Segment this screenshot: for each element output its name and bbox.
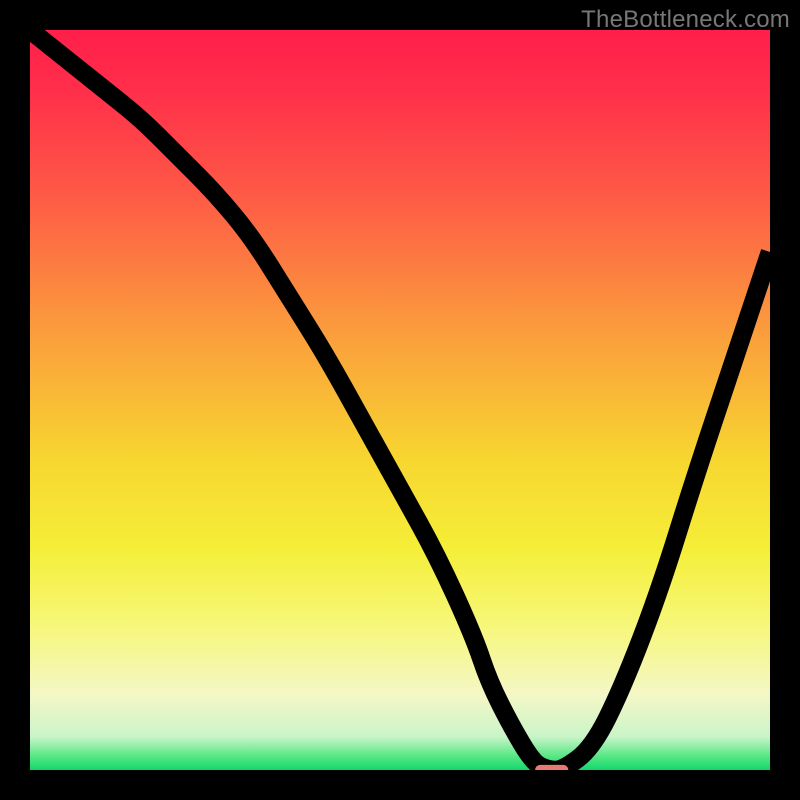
chart-plot [30,30,770,770]
chart-frame: TheBottleneck.com [0,0,800,800]
gradient-fill [30,30,770,770]
watermark-text: TheBottleneck.com [581,6,790,34]
minimum-marker [535,765,568,770]
